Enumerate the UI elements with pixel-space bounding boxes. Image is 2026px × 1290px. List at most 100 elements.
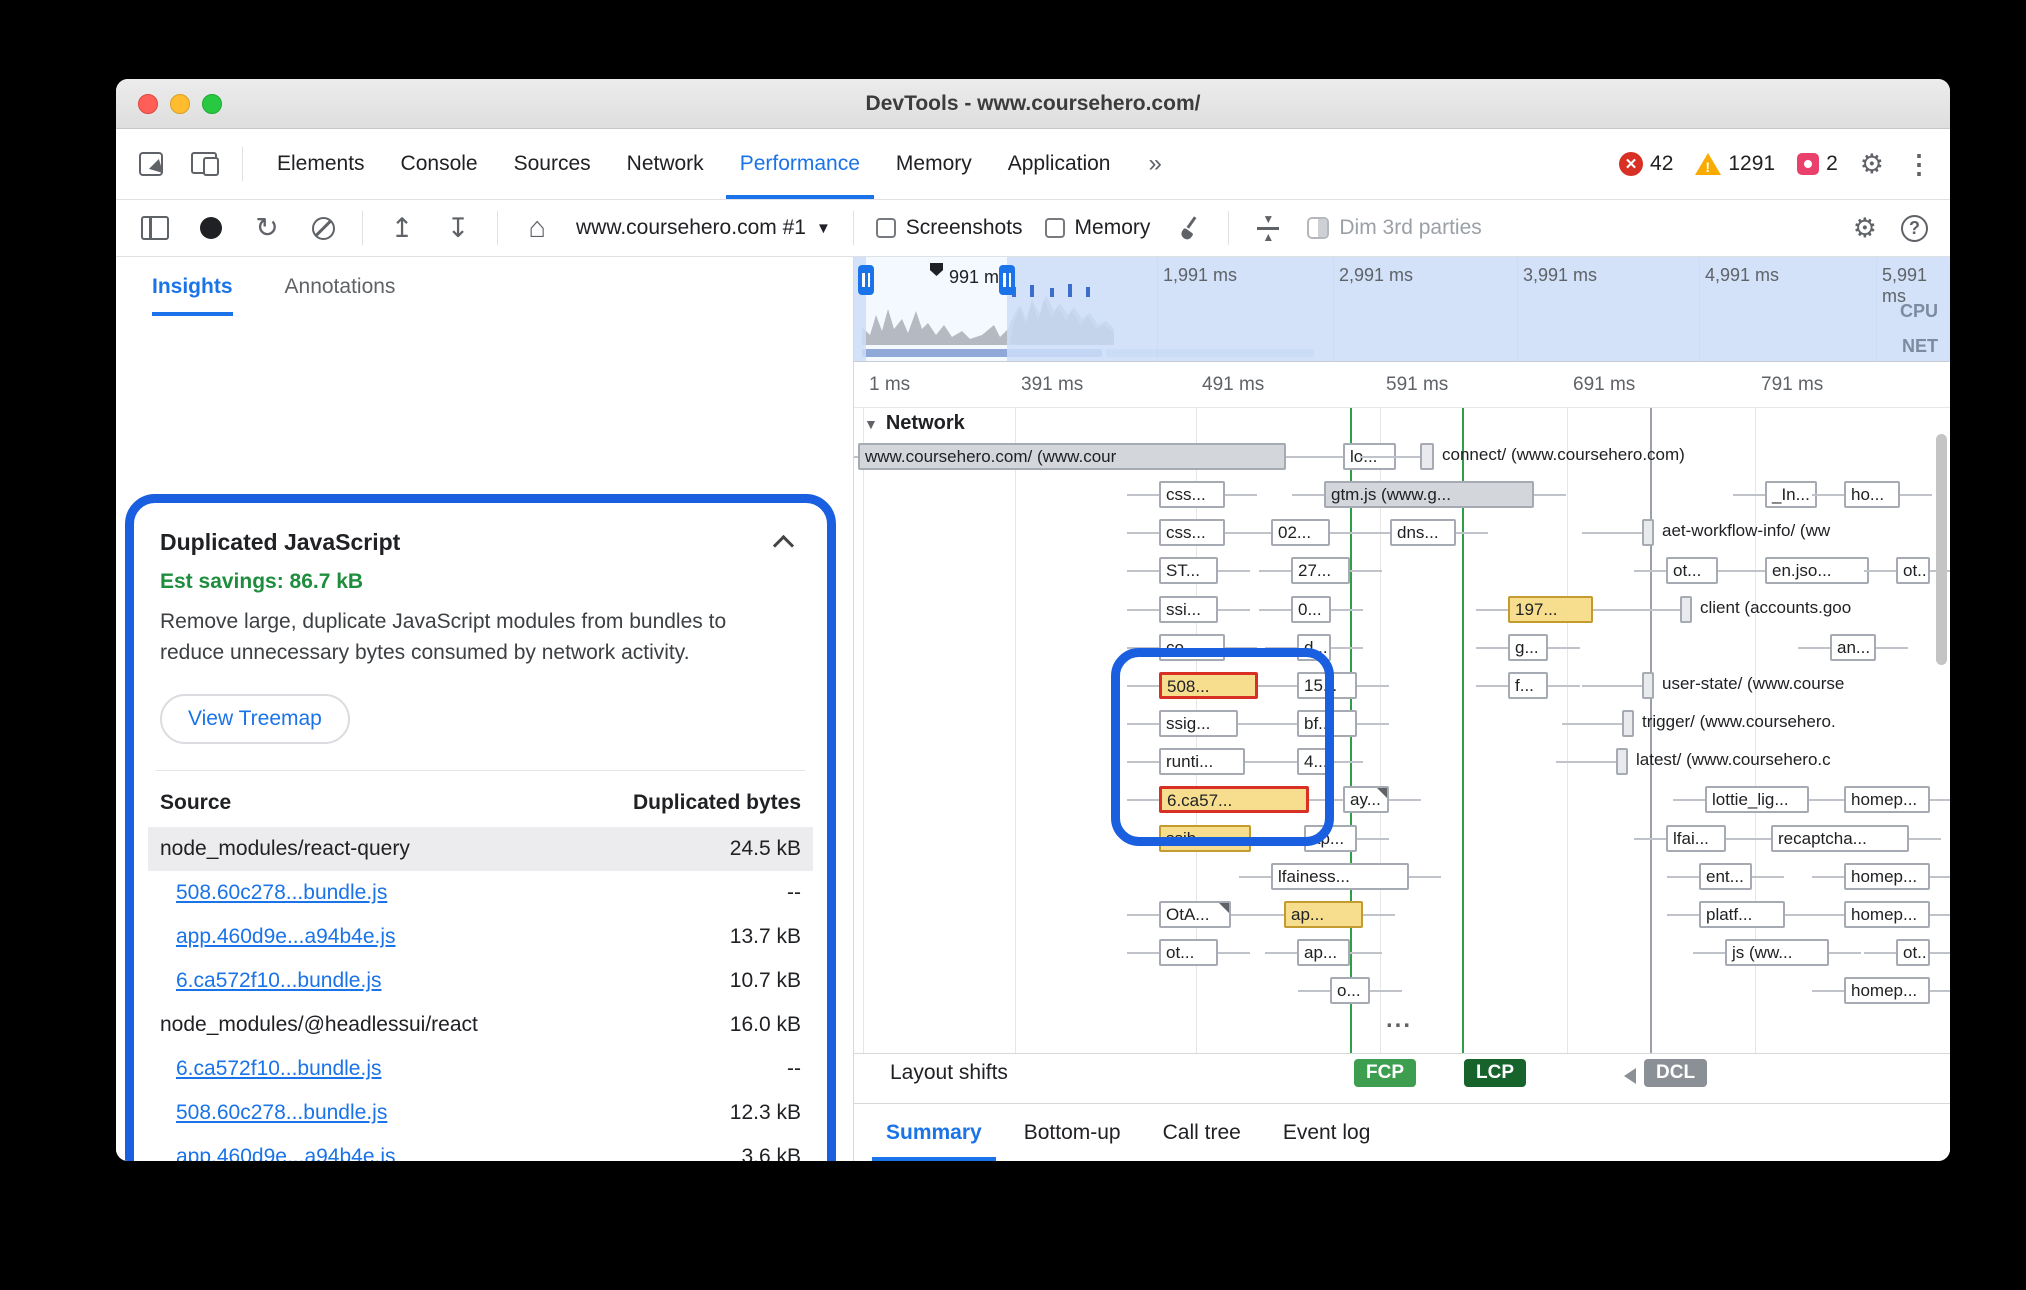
network-request-box[interactable]: 27... <box>1291 557 1350 584</box>
network-request-box[interactable]: ent... <box>1699 863 1752 890</box>
source-file-link[interactable]: app.460d9e...a94b4e.js <box>176 925 396 949</box>
network-request-flag[interactable]: OtA... <box>1159 901 1231 928</box>
source-file-link[interactable]: 6.ca572f10...bundle.js <box>176 969 382 993</box>
network-request-box[interactable]: _In... <box>1765 481 1817 508</box>
network-request-bar[interactable] <box>1642 519 1654 546</box>
home-icon[interactable]: ⌂ <box>520 211 554 245</box>
fcp-badge[interactable]: FCP <box>1354 1059 1416 1087</box>
network-request-box[interactable]: ap... <box>1304 825 1357 852</box>
network-section-header[interactable]: ▼Network <box>864 412 965 435</box>
network-request-yellow[interactable]: 197... <box>1508 596 1593 623</box>
network-request-box[interactable]: lfai... <box>1666 825 1726 852</box>
network-request-box[interactable]: ssig... <box>1159 710 1238 737</box>
table-row[interactable]: node_modules/@headlessui/react16.0 kB <box>148 1003 813 1047</box>
network-request-label[interactable]: user-state/ (www.course <box>1662 674 1844 694</box>
issues-count-badge[interactable]: 2 <box>1797 152 1838 176</box>
network-request-label[interactable]: client (accounts.goo <box>1700 598 1851 618</box>
network-request-box[interactable]: recaptcha... <box>1771 825 1909 852</box>
source-file-link[interactable]: 6.ca572f10...bundle.js <box>176 1057 382 1081</box>
network-request-box[interactable]: en.jso... <box>1765 557 1869 584</box>
details-tab-call-tree[interactable]: Call tree <box>1149 1104 1255 1161</box>
tab-application[interactable]: Application <box>994 129 1125 199</box>
table-row[interactable]: app.460d9e...a94b4e.js13.7 kB <box>148 915 813 959</box>
table-row[interactable]: 6.ca572f10...bundle.js-- <box>148 1047 813 1091</box>
memory-checkbox[interactable]: Memory <box>1045 216 1151 240</box>
network-request-flag[interactable]: ay... <box>1343 786 1389 813</box>
network-request-box[interactable]: css... <box>1159 519 1225 546</box>
network-request-box[interactable]: homep... <box>1844 786 1930 813</box>
network-request-box[interactable]: bf... <box>1297 710 1357 737</box>
device-toolbar-icon[interactable] <box>188 147 222 181</box>
network-request-box[interactable]: ot... <box>1896 939 1930 966</box>
network-request-box[interactable]: runti... <box>1159 748 1245 775</box>
network-request-box[interactable]: platf... <box>1699 901 1785 928</box>
network-request-flagged[interactable]: 508... <box>1159 672 1258 699</box>
network-request-bar[interactable] <box>1642 672 1654 699</box>
network-request-box[interactable]: js (ww... <box>1725 939 1829 966</box>
network-request-box[interactable]: homep... <box>1844 977 1930 1004</box>
selection-left-handle[interactable] <box>858 265 874 295</box>
network-request-box[interactable]: 15... <box>1297 672 1357 699</box>
network-request-yellow[interactable]: ap... <box>1284 901 1363 928</box>
network-request-yellow[interactable]: ssib... <box>1159 825 1251 852</box>
network-request-label[interactable]: connect/ (www.coursehero.com) <box>1442 445 1685 465</box>
tab-console[interactable]: Console <box>387 129 492 199</box>
upload-profile-icon[interactable]: ↥ <box>385 211 419 245</box>
network-request-bar[interactable] <box>1420 443 1434 470</box>
table-row[interactable]: 508.60c278...bundle.js12.3 kB <box>148 1091 813 1135</box>
sidebar-tab-insights[interactable]: Insights <box>152 257 233 316</box>
reload-and-record-icon[interactable]: ↻ <box>250 211 284 245</box>
more-requests-ellipsis[interactable]: ... <box>1359 1006 1439 1034</box>
network-request-box[interactable]: lottie_lig... <box>1705 786 1809 813</box>
network-request-box[interactable]: homep... <box>1844 901 1930 928</box>
network-request-box[interactable]: homep... <box>1844 863 1930 890</box>
timeline-overview[interactable]: 991 ms CPU NET 1,991 ms2,991 ms3,991 ms4… <box>854 257 1950 362</box>
table-row[interactable]: app.460d9e...a94b4e.js3.6 kB <box>148 1135 813 1161</box>
network-request-box[interactable]: ssi... <box>1159 596 1218 623</box>
network-request-label[interactable]: latest/ (www.coursehero.c <box>1636 750 1831 770</box>
network-request-box[interactable]: ot... <box>1159 939 1218 966</box>
network-request-box[interactable]: an... <box>1830 634 1876 661</box>
details-tab-bottom-up[interactable]: Bottom-up <box>1010 1104 1135 1161</box>
table-row[interactable]: 508.60c278...bundle.js-- <box>148 871 813 915</box>
clear-recording-icon[interactable] <box>306 211 340 245</box>
network-request-box[interactable]: ot... <box>1896 557 1930 584</box>
help-icon[interactable]: ? <box>1901 215 1928 242</box>
network-request-box[interactable]: 4... <box>1297 748 1331 775</box>
dim-3rd-parties-toggle[interactable]: Dim 3rd parties <box>1307 216 1481 240</box>
selection-right-handle[interactable] <box>999 265 1015 295</box>
tab-sources[interactable]: Sources <box>500 129 605 199</box>
network-request-bar[interactable]: gtm.js (www.g... <box>1324 481 1534 508</box>
collapse-sections-icon[interactable] <box>1251 211 1285 245</box>
tab-performance[interactable]: Performance <box>726 129 874 199</box>
screenshots-checkbox[interactable]: Screenshots <box>876 216 1023 240</box>
details-tab-summary[interactable]: Summary <box>872 1104 996 1161</box>
network-request-box[interactable]: css... <box>1159 481 1225 508</box>
warning-count-badge[interactable]: ! 1291 <box>1695 152 1775 176</box>
network-request-box[interactable]: 02... <box>1271 519 1330 546</box>
details-tab-event-log[interactable]: Event log <box>1269 1104 1385 1161</box>
download-profile-icon[interactable]: ↧ <box>441 211 475 245</box>
network-request-box[interactable]: ST... <box>1159 557 1218 584</box>
network-request-box[interactable]: o... <box>1330 977 1370 1004</box>
source-file-link[interactable]: 508.60c278...bundle.js <box>176 881 387 905</box>
error-count-badge[interactable]: ✕ 42 <box>1619 152 1673 176</box>
view-treemap-button[interactable]: View Treemap <box>160 694 350 744</box>
network-request-box[interactable]: ot... <box>1666 557 1718 584</box>
network-request-box[interactable]: g... <box>1508 634 1548 661</box>
collapse-chevron-icon[interactable] <box>773 531 795 553</box>
gc-brush-icon[interactable] <box>1172 211 1206 245</box>
dcl-badge[interactable]: DCL <box>1644 1059 1707 1087</box>
tab-network[interactable]: Network <box>613 129 718 199</box>
inspect-element-icon[interactable] <box>134 147 168 181</box>
source-file-link[interactable]: 508.60c278...bundle.js <box>176 1101 387 1125</box>
network-request-box[interactable]: ap... <box>1297 939 1350 966</box>
network-request-box[interactable]: ho... <box>1844 481 1900 508</box>
network-request-label[interactable]: aet-workflow-info/ (ww <box>1662 521 1830 541</box>
settings-gear-icon[interactable]: ⚙ <box>1860 151 1884 178</box>
source-file-link[interactable]: app.460d9e...a94b4e.js <box>176 1145 396 1161</box>
tab-elements[interactable]: Elements <box>263 129 379 199</box>
network-request-bar[interactable] <box>1680 596 1692 623</box>
network-request-box[interactable]: 0... <box>1291 596 1331 623</box>
network-request-bar[interactable] <box>1616 748 1628 775</box>
